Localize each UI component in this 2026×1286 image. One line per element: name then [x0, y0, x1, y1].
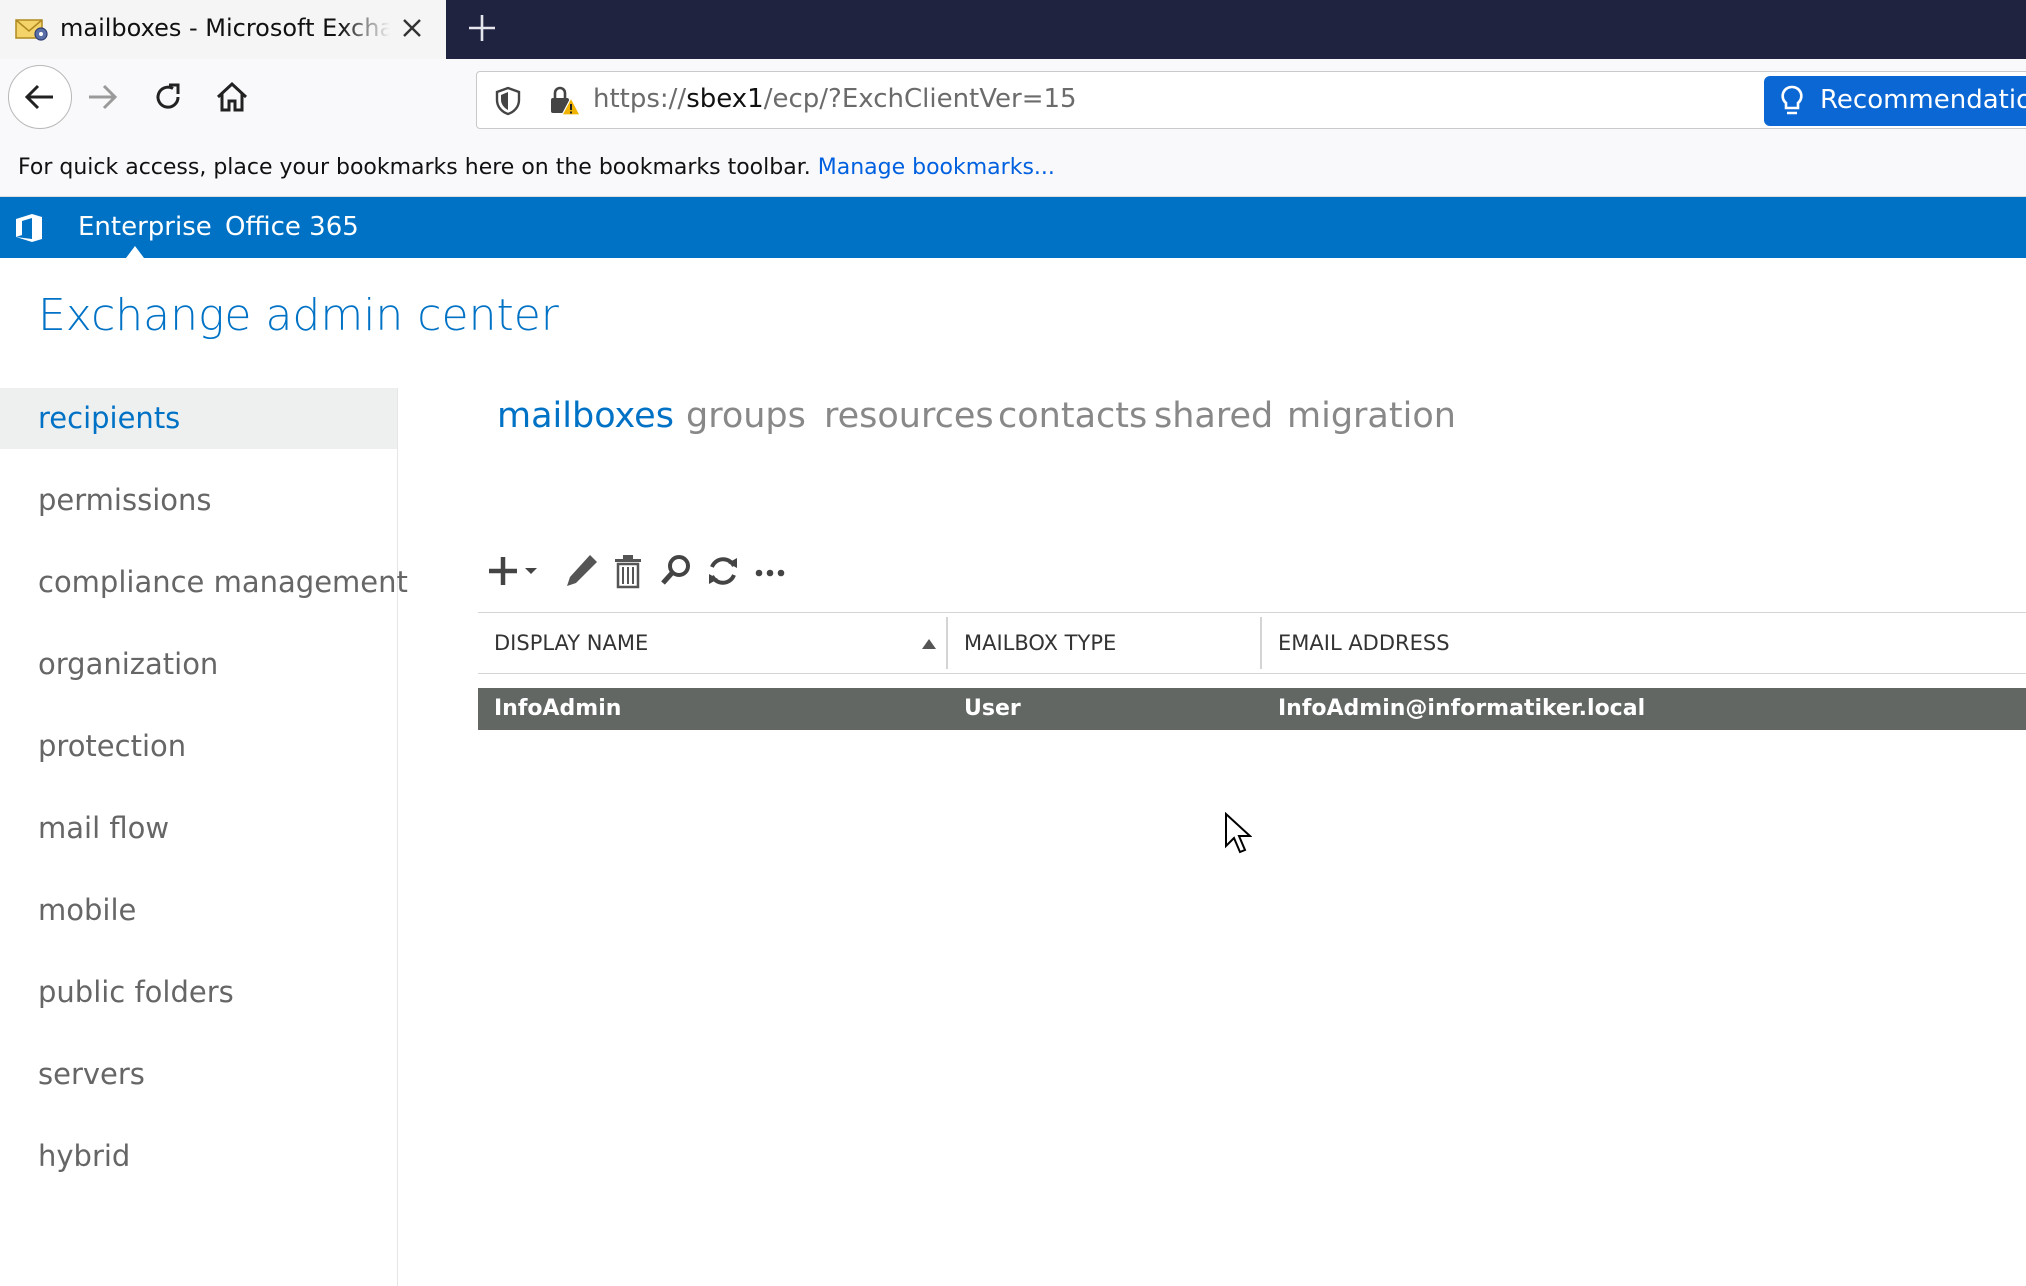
left-nav-item-servers[interactable]: servers — [0, 1044, 397, 1105]
tab-contacts[interactable]: contacts — [998, 396, 1147, 436]
more-button[interactable] — [748, 548, 792, 594]
grid-header: DISPLAY NAME MAILBOX TYPE EMAIL ADDRESS — [478, 612, 2026, 674]
bookmarks-toolbar: For quick access, place your bookmarks h… — [0, 141, 2026, 197]
sort-ascending-icon — [922, 639, 936, 649]
left-nav-item-hybrid[interactable]: hybrid — [0, 1126, 397, 1187]
close-icon[interactable] — [398, 14, 426, 42]
envelope-gear-icon — [15, 19, 48, 41]
edit-button[interactable] — [560, 548, 602, 594]
arrow-right-icon — [89, 84, 118, 110]
left-nav-item-recipients[interactable]: recipients — [0, 388, 397, 449]
add-button[interactable] — [484, 548, 544, 594]
left-nav-item-compliance-management[interactable]: compliance management — [0, 552, 408, 613]
table-row[interactable]: InfoAdmin User InfoAdmin@informatiker.lo… — [478, 688, 2026, 730]
lightbulb-icon — [1781, 85, 1803, 115]
bookmarks-hint-text: For quick access, place your bookmarks h… — [18, 155, 811, 180]
tab-shared[interactable]: shared — [1154, 396, 1273, 436]
home-icon — [216, 81, 248, 112]
lock-warning-icon[interactable] — [547, 84, 581, 118]
shield-icon[interactable] — [493, 85, 523, 117]
cell-display-name: InfoAdmin — [494, 696, 622, 721]
suite-link-enterprise[interactable]: Enterprise — [78, 212, 212, 242]
refresh-button[interactable] — [702, 548, 744, 594]
search-button[interactable] — [655, 548, 697, 594]
browser-nav-bar: https://sbex1/ecp/?ExchClientVer=15 — [0, 59, 2026, 141]
more-icon — [755, 569, 785, 577]
left-nav-item-mobile[interactable]: mobile — [0, 880, 397, 941]
left-nav: recipients permissions compliance manage… — [0, 388, 408, 1286]
bookmarks-hint: For quick access, place your bookmarks h… — [18, 155, 1055, 180]
browser-tab-active[interactable]: mailboxes - Microsoft Exchange — [0, 0, 446, 59]
column-header-email-address[interactable]: EMAIL ADDRESS — [1262, 613, 2022, 673]
forward-button[interactable] — [72, 67, 132, 127]
column-header-display-name[interactable]: DISPLAY NAME — [478, 613, 946, 673]
refresh-icon — [709, 557, 737, 585]
active-suite-indicator — [126, 246, 144, 258]
left-nav-item-protection[interactable]: protection — [0, 716, 397, 777]
office-logo-icon[interactable] — [12, 211, 46, 245]
url-host: sbex1 — [686, 84, 764, 114]
reload-icon — [156, 83, 180, 109]
home-button[interactable] — [202, 67, 262, 127]
tab-resources[interactable]: resources — [824, 396, 994, 436]
left-nav-item-public-folders[interactable]: public folders — [0, 962, 397, 1023]
tab-groups[interactable]: groups — [686, 396, 806, 436]
recommendation-button[interactable]: Recommendation — [1764, 76, 2026, 126]
recommendation-label: Recommendation — [1820, 85, 2026, 115]
manage-bookmarks-link[interactable]: Manage bookmarks... — [818, 155, 1055, 180]
page-title: Exchange admin center — [38, 290, 559, 341]
tab-mailboxes[interactable]: mailboxes — [497, 396, 674, 436]
search-icon — [661, 555, 690, 585]
left-nav-item-organization[interactable]: organization — [0, 634, 397, 695]
edit-icon — [567, 555, 597, 586]
browser-tab-strip: mailboxes - Microsoft Exchange — [0, 0, 2026, 59]
column-header-mailbox-type[interactable]: MAILBOX TYPE — [948, 613, 1260, 673]
delete-button[interactable] — [607, 548, 649, 594]
url-path: /ecp/?ExchClientVer=15 — [763, 84, 1077, 114]
cell-mailbox-type: User — [964, 696, 1021, 721]
cell-email-address: InfoAdmin@informatiker.local — [1278, 696, 1646, 721]
left-nav-item-permissions[interactable]: permissions — [0, 470, 397, 531]
url-scheme: https:// — [593, 84, 687, 114]
back-button[interactable] — [8, 65, 72, 129]
plus-icon[interactable] — [464, 10, 500, 46]
o365-suite-bar: Enterprise Office 365 — [0, 197, 2026, 258]
url-text[interactable]: https://sbex1/ecp/?ExchClientVer=15 — [593, 84, 1077, 114]
tab-migration[interactable]: migration — [1287, 396, 1456, 436]
add-dropdown-icon — [489, 557, 537, 585]
mouse-cursor-icon — [1225, 812, 1252, 854]
suite-link-office-365[interactable]: Office 365 — [225, 212, 359, 242]
tab-title: mailboxes - Microsoft Exchange — [60, 14, 390, 42]
left-nav-item-mail-flow[interactable]: mail flow — [0, 798, 397, 859]
reload-button[interactable] — [138, 67, 198, 127]
delete-icon — [615, 555, 641, 589]
arrow-left-icon — [24, 84, 53, 110]
